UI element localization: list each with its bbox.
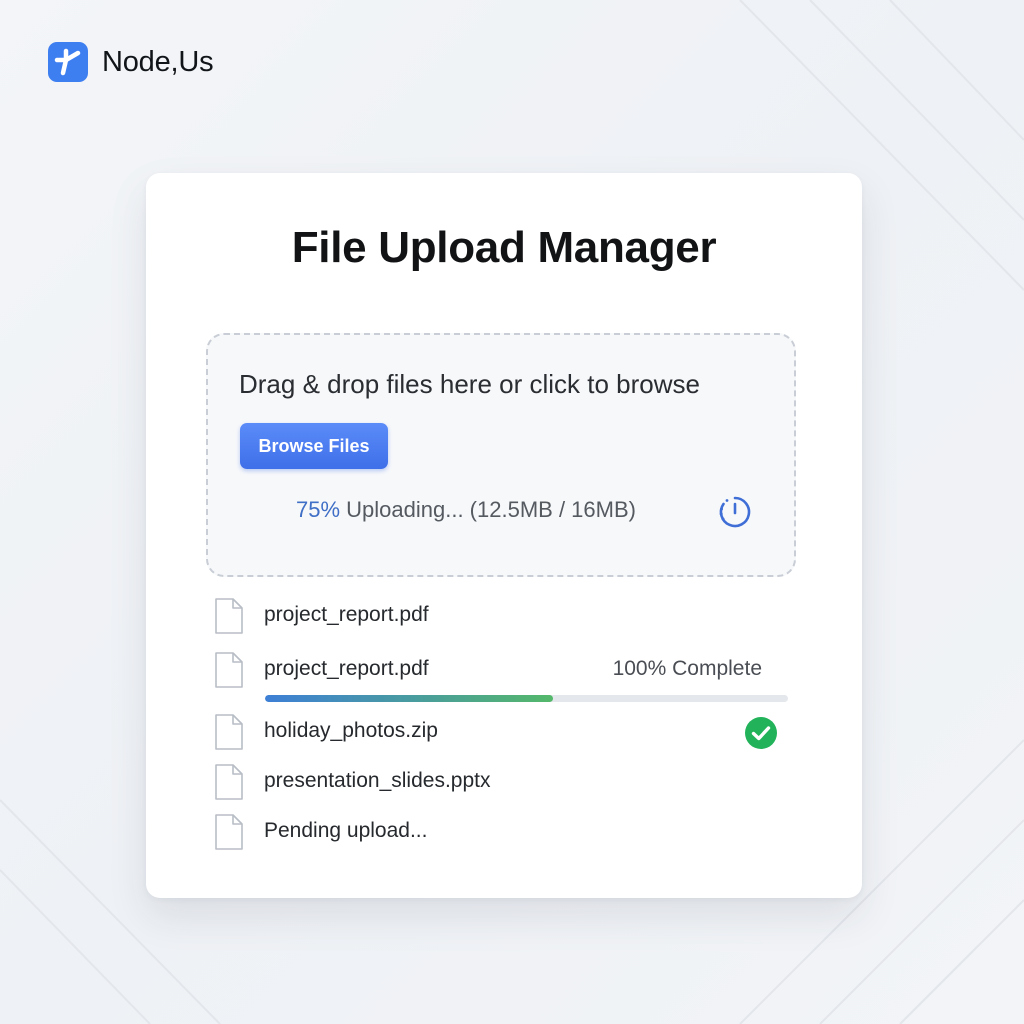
file-progress-fill — [265, 695, 553, 702]
file-name: holiday_photos.zip — [264, 719, 438, 742]
file-list-item[interactable]: project_report.pdf — [214, 597, 804, 637]
file-name: project_report.pdf — [264, 657, 429, 680]
brand-header: Node,Us — [48, 42, 214, 82]
browse-files-button[interactable]: Browse Files — [240, 423, 388, 469]
page-title: File Upload Manager — [291, 223, 717, 272]
file-list-item[interactable]: Pending upload... — [214, 813, 804, 853]
upload-progress-status: 75% Uploading... (12.5MB / 16MB) — [296, 497, 636, 523]
file-list-item[interactable]: project_report.pdf 100% Complete — [214, 651, 804, 702]
file-progress-bar — [265, 695, 788, 702]
file-list-item[interactable]: presentation_slides.pptx — [214, 763, 804, 803]
upload-progress-text: Uploading... (12.5MB / 16MB) — [340, 497, 636, 522]
file-status: 100% Complete — [612, 657, 762, 680]
file-icon — [215, 598, 243, 634]
file-list-item[interactable]: holiday_photos.zip — [214, 713, 804, 753]
drop-zone[interactable]: Drag & drop files here or click to brows… — [206, 333, 796, 577]
check-circle-icon — [745, 717, 777, 749]
brand-name: Node,Us — [102, 45, 214, 78]
upload-progress-percent: 75% — [296, 497, 341, 522]
file-icon — [215, 652, 243, 688]
file-icon — [215, 764, 243, 800]
file-name: project_report.pdf — [264, 603, 429, 626]
file-name: Pending upload... — [264, 819, 428, 842]
timer-icon — [719, 496, 751, 528]
node-logo-icon — [48, 42, 88, 82]
drop-zone-prompt: Drag & drop files here or click to brows… — [239, 369, 700, 399]
file-icon — [215, 814, 243, 850]
file-name: presentation_slides.pptx — [264, 769, 491, 792]
file-icon — [215, 714, 243, 750]
upload-manager-card: File Upload Manager Drag & drop files he… — [146, 173, 862, 898]
